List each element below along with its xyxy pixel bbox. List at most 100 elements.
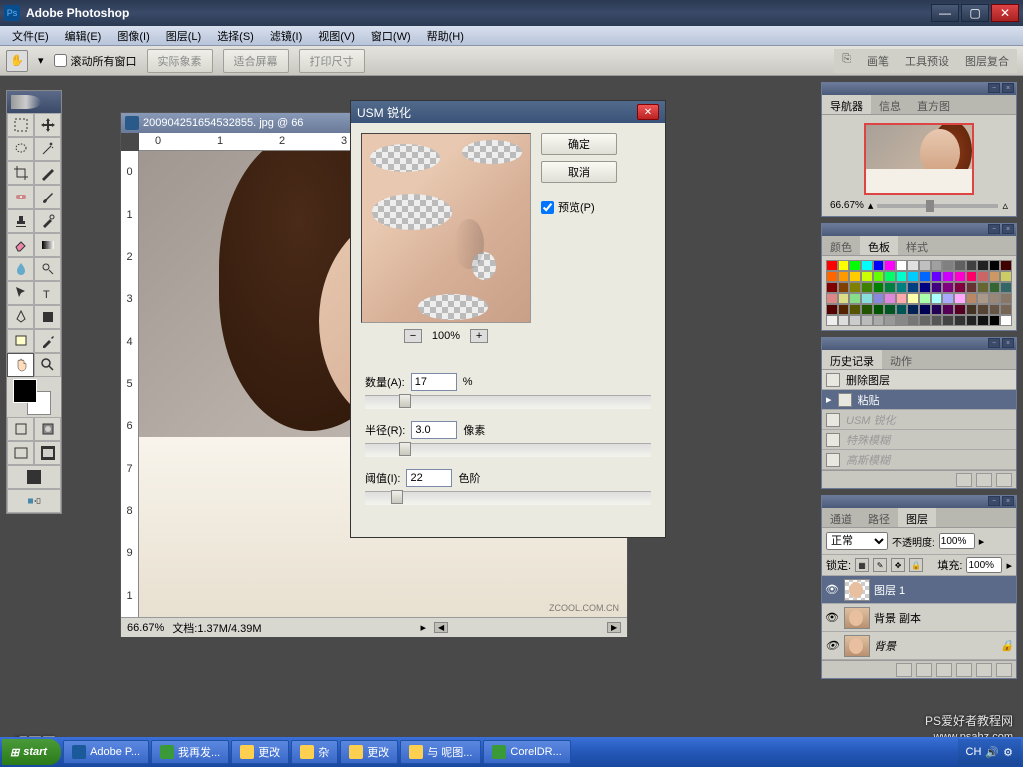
preview-checkbox[interactable]: 预览(P): [541, 199, 617, 215]
swatch[interactable]: [977, 271, 989, 282]
swatch[interactable]: [873, 282, 885, 293]
swatch[interactable]: [826, 271, 838, 282]
dropdown-icon[interactable]: ▾: [38, 54, 44, 67]
swatch[interactable]: [931, 304, 943, 315]
ok-button[interactable]: 确定: [541, 133, 617, 155]
swatch[interactable]: [966, 304, 978, 315]
amount-slider[interactable]: [365, 395, 651, 409]
swatch[interactable]: [826, 304, 838, 315]
swatch[interactable]: [907, 315, 919, 326]
swatch[interactable]: [849, 271, 861, 282]
menu-view[interactable]: 视图(V): [310, 26, 363, 46]
history-item[interactable]: 高斯模糊: [822, 450, 1016, 470]
gradient-tool[interactable]: [34, 233, 61, 257]
tray-icon[interactable]: ⚙: [1003, 746, 1013, 759]
window-maximize-button[interactable]: ▢: [961, 4, 989, 22]
swatch[interactable]: [977, 282, 989, 293]
dodge-tool[interactable]: [34, 257, 61, 281]
lock-all-icon[interactable]: 🔒: [909, 558, 923, 572]
swatch[interactable]: [838, 293, 850, 304]
amount-input[interactable]: [411, 373, 457, 391]
swatch[interactable]: [896, 315, 908, 326]
tab-histogram[interactable]: 直方图: [909, 95, 958, 114]
swatch[interactable]: [966, 293, 978, 304]
stamp-tool[interactable]: [7, 209, 34, 233]
swatch[interactable]: [954, 304, 966, 315]
navigator-thumbnail[interactable]: [864, 123, 974, 195]
swatch[interactable]: [954, 315, 966, 326]
crop-tool[interactable]: [7, 161, 34, 185]
shape-tool[interactable]: [34, 305, 61, 329]
tab-styles[interactable]: 样式: [898, 236, 936, 255]
move-tool[interactable]: [34, 113, 61, 137]
new-set-button[interactable]: [936, 663, 952, 677]
new-snapshot-button[interactable]: [976, 473, 992, 487]
window-close-button[interactable]: ✕: [991, 4, 1019, 22]
tab-swatches[interactable]: 色板: [860, 236, 898, 255]
wand-tool[interactable]: [34, 137, 61, 161]
swatch[interactable]: [919, 293, 931, 304]
fit-screen-button[interactable]: 适合屏幕: [223, 49, 289, 73]
swatch[interactable]: [849, 304, 861, 315]
swatch[interactable]: [838, 315, 850, 326]
pen-tool[interactable]: [7, 305, 34, 329]
history-item[interactable]: ▸粘贴: [822, 390, 1016, 410]
screenmode-standard[interactable]: [7, 441, 34, 465]
swatch[interactable]: [838, 271, 850, 282]
swatch[interactable]: [942, 293, 954, 304]
layer-thumbnail[interactable]: [844, 607, 870, 629]
notes-tool[interactable]: [7, 329, 34, 353]
layer-thumbnail[interactable]: [844, 579, 870, 601]
dialog-close-button[interactable]: ✕: [637, 104, 659, 120]
tab-navigator[interactable]: 导航器: [822, 95, 871, 114]
visibility-icon[interactable]: 👁: [824, 638, 840, 654]
swatch[interactable]: [826, 260, 838, 271]
taskbar-item[interactable]: 我再发...: [151, 740, 229, 764]
swatch[interactable]: [896, 304, 908, 315]
taskbar-item[interactable]: Adobe P...: [63, 740, 149, 764]
brush-tool[interactable]: [34, 185, 61, 209]
swatch[interactable]: [966, 260, 978, 271]
opacity-input[interactable]: [939, 533, 975, 549]
swatches-grid[interactable]: [826, 260, 1012, 326]
swatch[interactable]: [919, 315, 931, 326]
lock-transparency-icon[interactable]: ▦: [855, 558, 869, 572]
scroll-all-checkbox[interactable]: 滚动所有窗口: [54, 53, 137, 69]
swatch[interactable]: [954, 293, 966, 304]
swatch[interactable]: [989, 315, 1001, 326]
screenmode-full[interactable]: [7, 465, 61, 489]
tray-icon[interactable]: 🔊: [985, 746, 999, 759]
swatch[interactable]: [989, 293, 1001, 304]
eraser-tool[interactable]: [7, 233, 34, 257]
type-tool[interactable]: T: [34, 281, 61, 305]
swatch[interactable]: [907, 282, 919, 293]
blend-mode-select[interactable]: 正常: [826, 532, 888, 550]
swatch[interactable]: [966, 271, 978, 282]
swatch[interactable]: [849, 293, 861, 304]
statusbar-menu-icon[interactable]: ▸: [421, 621, 427, 634]
foreground-color[interactable]: [13, 379, 37, 403]
swatch[interactable]: [1000, 304, 1012, 315]
scroll-right-button[interactable]: ▶: [607, 622, 621, 633]
fill-input[interactable]: [966, 557, 1002, 573]
menu-filter[interactable]: 滤镜(I): [262, 26, 310, 46]
zoom-out-button[interactable]: −: [404, 329, 422, 343]
layer-row[interactable]: 👁 背景 副本: [822, 604, 1016, 632]
zoom-tool[interactable]: [34, 353, 61, 377]
lang-indicator[interactable]: CH: [966, 746, 982, 758]
swatch[interactable]: [942, 315, 954, 326]
swatch[interactable]: [1000, 315, 1012, 326]
swatch[interactable]: [896, 293, 908, 304]
layer-mask-button[interactable]: [916, 663, 932, 677]
layer-style-button[interactable]: [896, 663, 912, 677]
delete-state-button[interactable]: [996, 473, 1012, 487]
swatch[interactable]: [873, 304, 885, 315]
visibility-icon[interactable]: 👁: [824, 582, 840, 598]
swatch[interactable]: [896, 282, 908, 293]
swatch[interactable]: [849, 282, 861, 293]
tab-actions[interactable]: 动作: [882, 350, 920, 369]
delete-layer-button[interactable]: [996, 663, 1012, 677]
new-doc-from-state-button[interactable]: [956, 473, 972, 487]
swatch[interactable]: [919, 304, 931, 315]
swatch[interactable]: [884, 293, 896, 304]
